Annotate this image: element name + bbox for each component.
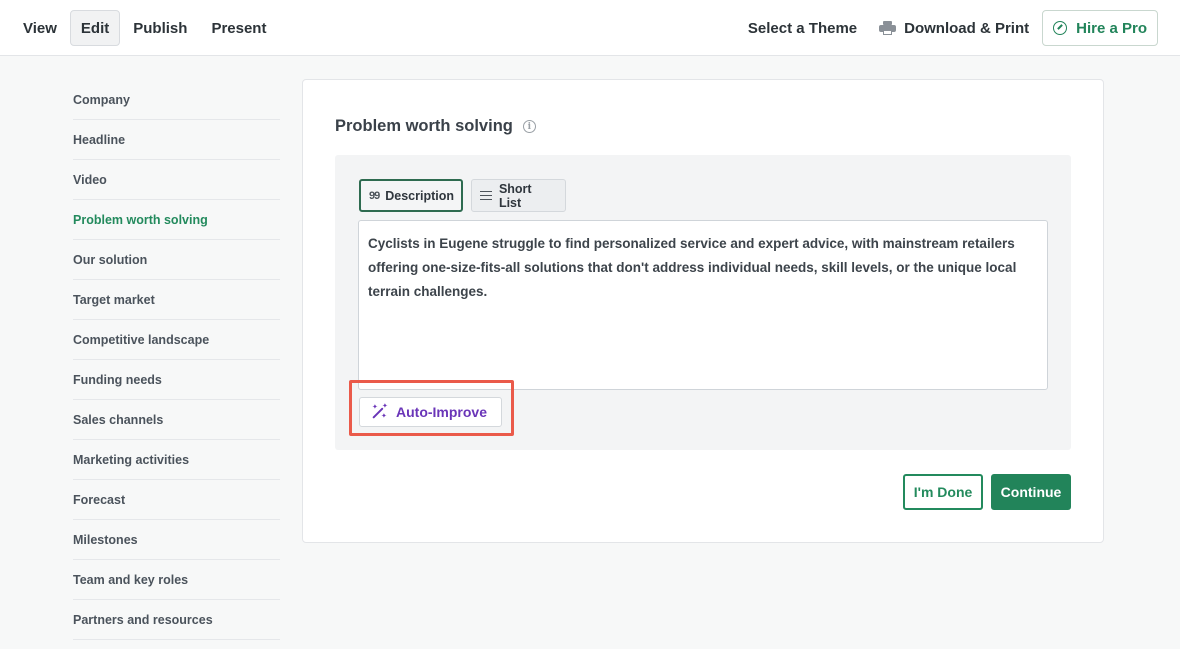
compass-icon [1053, 21, 1068, 35]
download-print-link[interactable]: Download & Print [879, 20, 1029, 37]
editor-panel: 99 Description Short List Cyclists in Eu… [335, 155, 1071, 450]
section-sidebar: Company Headline Video Problem worth sol… [73, 80, 280, 640]
sidebar-item-video[interactable]: Video [73, 160, 280, 200]
quote-icon: 99 [369, 189, 380, 202]
list-icon [480, 190, 492, 201]
hire-a-pro-button[interactable]: Hire a Pro [1042, 10, 1158, 46]
auto-improve-button[interactable]: ✦ ✦ ✦ Auto-Improve [359, 397, 502, 427]
hire-a-pro-label: Hire a Pro [1076, 19, 1147, 37]
tab-edit[interactable]: Edit [69, 10, 121, 46]
description-mode-button[interactable]: 99 Description [359, 179, 463, 212]
printer-icon [879, 21, 897, 35]
tab-publish[interactable]: Publish [122, 10, 198, 46]
download-print-label: Download & Print [904, 19, 1030, 37]
sidebar-item-partners-and-resources[interactable]: Partners and resources [73, 600, 280, 640]
sidebar-item-marketing-activities[interactable]: Marketing activities [73, 440, 280, 480]
sidebar-item-headline[interactable]: Headline [73, 120, 280, 160]
section-title-text: Problem worth solving [335, 117, 513, 135]
tab-present[interactable]: Present [200, 10, 277, 46]
sidebar-item-competitive-landscape[interactable]: Competitive landscape [73, 320, 280, 360]
auto-improve-label: Auto-Improve [396, 404, 487, 420]
short-list-mode-label: Short List [498, 181, 532, 210]
magic-wand-icon: ✦ ✦ ✦ [372, 402, 388, 420]
top-bar: View Edit Publish Present Select a Theme… [0, 0, 1180, 56]
im-done-button[interactable]: I'm Done [903, 474, 983, 510]
top-actions: Select a Theme Download & Print Hire a P… [748, 10, 1158, 46]
sidebar-item-funding-needs[interactable]: Funding needs [73, 360, 280, 400]
info-icon[interactable]: i [522, 120, 536, 133]
sidebar-item-forecast[interactable]: Forecast [73, 480, 280, 520]
description-textarea[interactable]: Cyclists in Eugene struggle to find pers… [358, 220, 1048, 390]
section-title: Problem worth solving i [335, 117, 536, 136]
sidebar-item-problem-worth-solving[interactable]: Problem worth solving [73, 200, 280, 240]
sidebar-item-target-market[interactable]: Target market [73, 280, 280, 320]
tab-view[interactable]: View [12, 10, 68, 46]
sidebar-item-sales-channels[interactable]: Sales channels [73, 400, 280, 440]
short-list-mode-button[interactable]: Short List [471, 179, 566, 212]
sidebar-item-team-and-key-roles[interactable]: Team and key roles [73, 560, 280, 600]
view-mode-tabs: View Edit Publish Present [12, 10, 277, 46]
description-mode-label: Description [385, 188, 455, 203]
continue-button[interactable]: Continue [991, 474, 1071, 510]
editor-card: Problem worth solving i 99 Description S… [302, 79, 1104, 543]
sidebar-item-company[interactable]: Company [73, 80, 280, 120]
sidebar-item-milestones[interactable]: Milestones [73, 520, 280, 560]
sidebar-item-our-solution[interactable]: Our solution [73, 240, 280, 280]
select-theme-link[interactable]: Select a Theme [748, 20, 857, 37]
